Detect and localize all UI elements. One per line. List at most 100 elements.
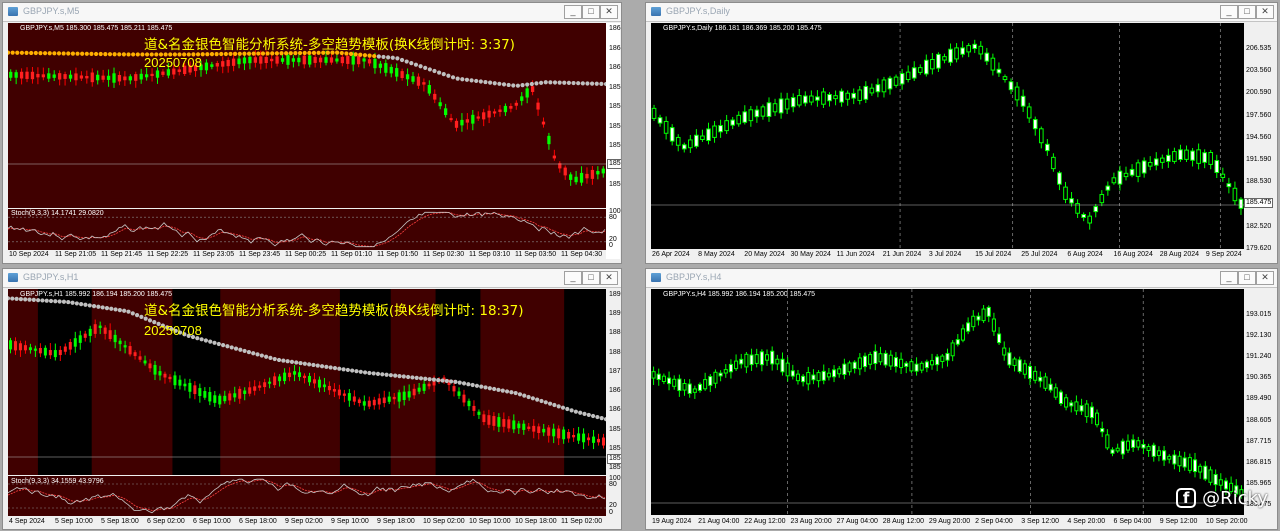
maximize-button[interactable]: □ (1238, 271, 1256, 285)
minimize-button[interactable]: _ (564, 271, 582, 285)
candle (74, 67, 78, 86)
price-chart-area[interactable] (651, 23, 1244, 249)
candle (924, 359, 929, 373)
candle (23, 340, 27, 354)
maximize-button[interactable]: □ (582, 5, 600, 19)
trend-dot (131, 52, 136, 57)
window-titlebar[interactable]: GBPJPY.s,M5 _ □ ✕ (3, 3, 621, 22)
candle (700, 129, 705, 142)
minimize-button[interactable]: _ (1220, 271, 1238, 285)
candle (596, 166, 600, 180)
trend-dot (74, 301, 79, 306)
time-tick-label: 11 Sep 21:05 (55, 251, 97, 258)
trend-dot (384, 372, 389, 377)
trend-dot (107, 52, 113, 57)
minimize-button[interactable]: _ (564, 5, 582, 19)
candle (677, 374, 682, 397)
trend-dot (83, 302, 88, 307)
candle (520, 92, 524, 106)
candle (1135, 159, 1141, 183)
maximize-button[interactable]: □ (582, 271, 600, 285)
candle (708, 374, 713, 393)
price-tick-label: 188.530 (1246, 178, 1272, 186)
candle (332, 383, 336, 398)
trend-dot (272, 356, 277, 362)
candle (809, 90, 814, 106)
chart-window-m5[interactable]: GBPJPY.s,M5 _ □ ✕ GBPJPY.s,M5 185.300 18… (2, 2, 622, 264)
candle (1105, 181, 1111, 196)
candle (971, 310, 976, 331)
chart-window-daily[interactable]: GBPJPY.s,Daily _ □ ✕ GBPJPY.s,Daily 186.… (645, 2, 1278, 264)
candle (760, 104, 766, 120)
candle (919, 361, 924, 374)
chart-window-h1[interactable]: GBPJPY.s,H1 _ □ ✕ GBPJPY.s,H1 185.992 18… (2, 268, 622, 530)
window-titlebar[interactable]: GBPJPY.s,Daily _ □ ✕ (646, 3, 1277, 22)
trend-dot (47, 51, 52, 56)
candle (1214, 154, 1220, 179)
trend-dot (362, 370, 368, 375)
candle (327, 381, 331, 395)
candle (1117, 165, 1123, 191)
time-tick-label: 11 Sep 01:50 (377, 251, 419, 258)
trend-dot (315, 363, 320, 368)
trend-dot (285, 359, 290, 364)
candle (226, 57, 230, 73)
trend-dot (259, 353, 264, 358)
chart-app-icon (8, 7, 18, 16)
trend-dot (390, 55, 395, 60)
trend-dot (469, 78, 474, 83)
candle (739, 353, 744, 369)
candle (223, 390, 227, 404)
time-tick-label: 9 Sep 02:00 (285, 518, 323, 525)
trend-dot (139, 314, 144, 319)
candle (117, 71, 122, 86)
candle (106, 69, 111, 87)
candle (682, 379, 687, 396)
window-titlebar[interactable]: GBPJPY.s,H1 _ □ ✕ (3, 269, 621, 288)
trend-dot (358, 369, 363, 374)
candle (552, 423, 556, 444)
close-button[interactable]: ✕ (600, 271, 618, 285)
price-tick-label: 193.015 (1246, 311, 1272, 318)
candle (148, 359, 152, 373)
time-tick-label: 11 Jun 2024 (836, 251, 875, 258)
candle (663, 116, 669, 140)
trend-dot (354, 369, 359, 374)
trend-dot (547, 401, 553, 406)
trend-dot (371, 371, 376, 376)
candle (123, 71, 127, 86)
close-button[interactable]: ✕ (1256, 5, 1274, 19)
candle (36, 67, 40, 85)
minimize-button[interactable]: _ (1220, 5, 1238, 19)
trend-dot (126, 309, 131, 314)
close-button[interactable]: ✕ (600, 5, 618, 19)
candle (449, 113, 453, 123)
trend-dot (599, 81, 604, 87)
time-tick-label: 10 Sep 2024 (9, 251, 49, 258)
window-title: GBPJPY.s,H1 (23, 272, 79, 282)
candle (1177, 451, 1182, 472)
candle (1033, 366, 1038, 384)
maximize-button[interactable]: □ (1238, 5, 1256, 19)
candle (1153, 152, 1159, 171)
candle (766, 97, 772, 122)
window-titlebar[interactable]: GBPJPY.s,H4 _ □ ✕ (646, 269, 1277, 288)
candle (378, 60, 383, 74)
price-tick-label: 191.590 (1246, 156, 1272, 164)
candle (842, 358, 847, 380)
trend-dot (294, 360, 299, 365)
candle (759, 349, 764, 372)
candle (954, 43, 959, 63)
candle (1156, 446, 1161, 462)
candle (1038, 126, 1044, 149)
trend-dot (437, 70, 442, 75)
candle (101, 69, 105, 83)
candle (681, 142, 687, 153)
time-tick-label: 9 Sep 18:00 (377, 518, 415, 525)
trend-dot (496, 387, 501, 392)
candle (563, 165, 567, 180)
trend-dot (464, 77, 470, 82)
price-chart-area[interactable] (651, 289, 1244, 515)
close-button[interactable]: ✕ (1256, 271, 1274, 285)
trend-dot (571, 80, 576, 86)
